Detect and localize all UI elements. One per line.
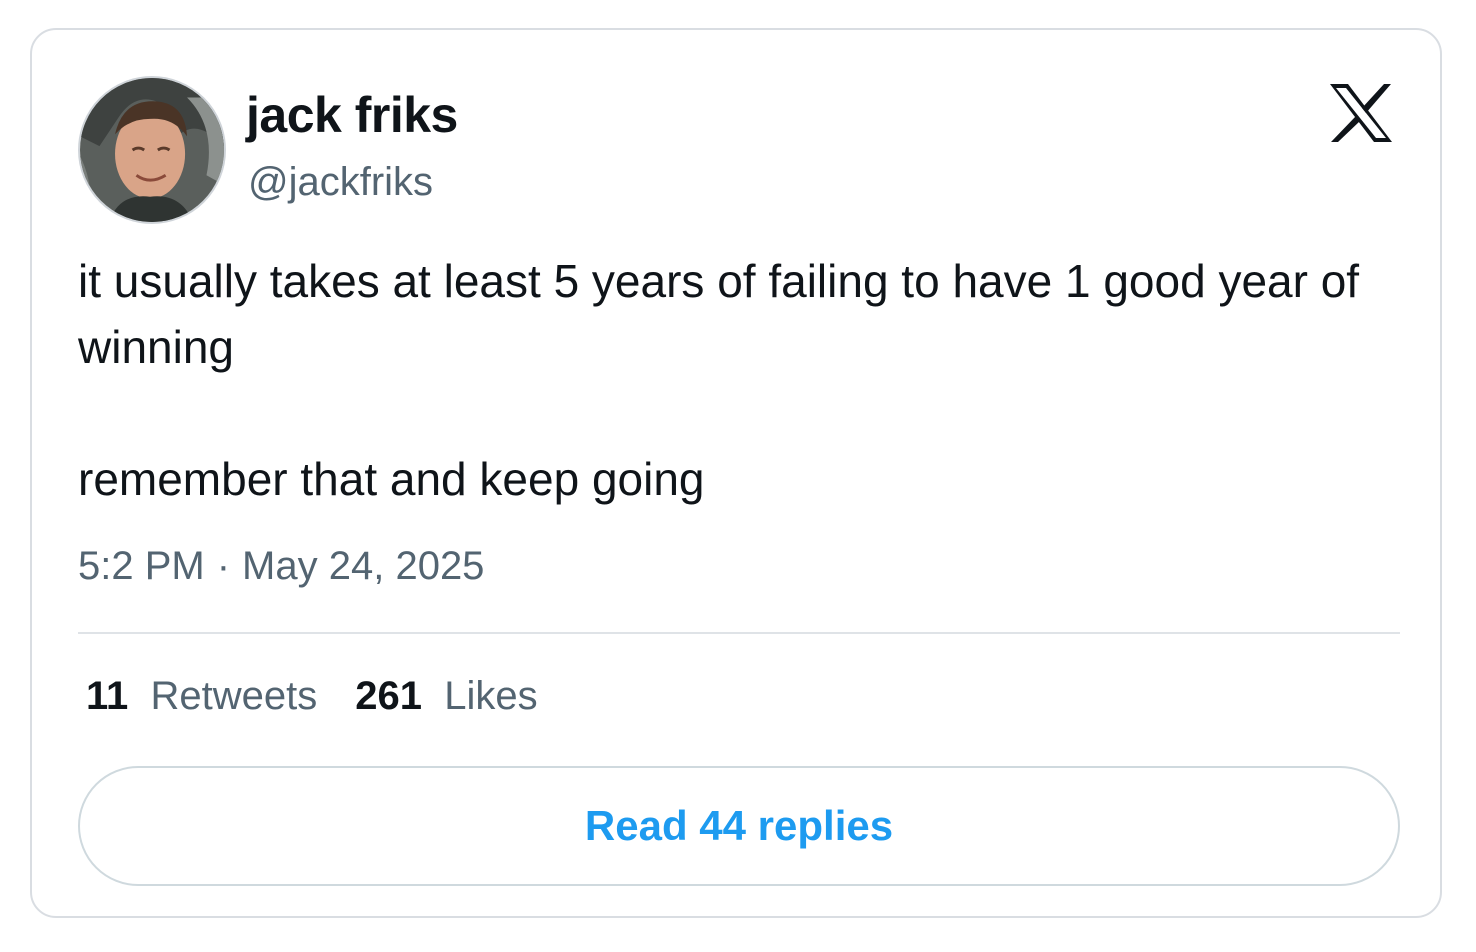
tweet-stats: 11 Retweets 261 Likes <box>86 674 538 719</box>
retweets-stat[interactable]: 11 Retweets <box>86 674 317 718</box>
author-display-name[interactable]: jack friks <box>246 86 458 144</box>
author-handle[interactable]: @jackfriks <box>248 160 433 205</box>
x-logo-icon[interactable] <box>1328 82 1394 144</box>
tweet-text: it usually takes at least 5 years of fai… <box>78 248 1398 512</box>
tweet-text-paragraph: remember that and keep going <box>78 453 705 505</box>
meta-separator: · <box>216 544 231 588</box>
tweet-timestamp[interactable]: 5:2 PM · May 24, 2025 <box>78 544 484 589</box>
avatar[interactable] <box>78 76 226 224</box>
tweet-card: jack friks @jackfriks it usually takes a… <box>30 28 1442 918</box>
retweets-count: 11 <box>86 674 129 718</box>
likes-stat[interactable]: 261 Likes <box>355 674 537 718</box>
avatar-image <box>80 78 224 222</box>
likes-label: Likes <box>444 674 538 718</box>
tweet-time: 5:2 PM <box>78 544 205 588</box>
tweet-text-paragraph: it usually takes at least 5 years of fai… <box>78 255 1360 373</box>
retweets-label: Retweets <box>150 674 318 718</box>
read-replies-button[interactable]: Read 44 replies <box>78 766 1400 886</box>
divider <box>78 632 1400 634</box>
likes-count: 261 <box>355 674 423 718</box>
tweet-date: May 24, 2025 <box>242 544 485 588</box>
